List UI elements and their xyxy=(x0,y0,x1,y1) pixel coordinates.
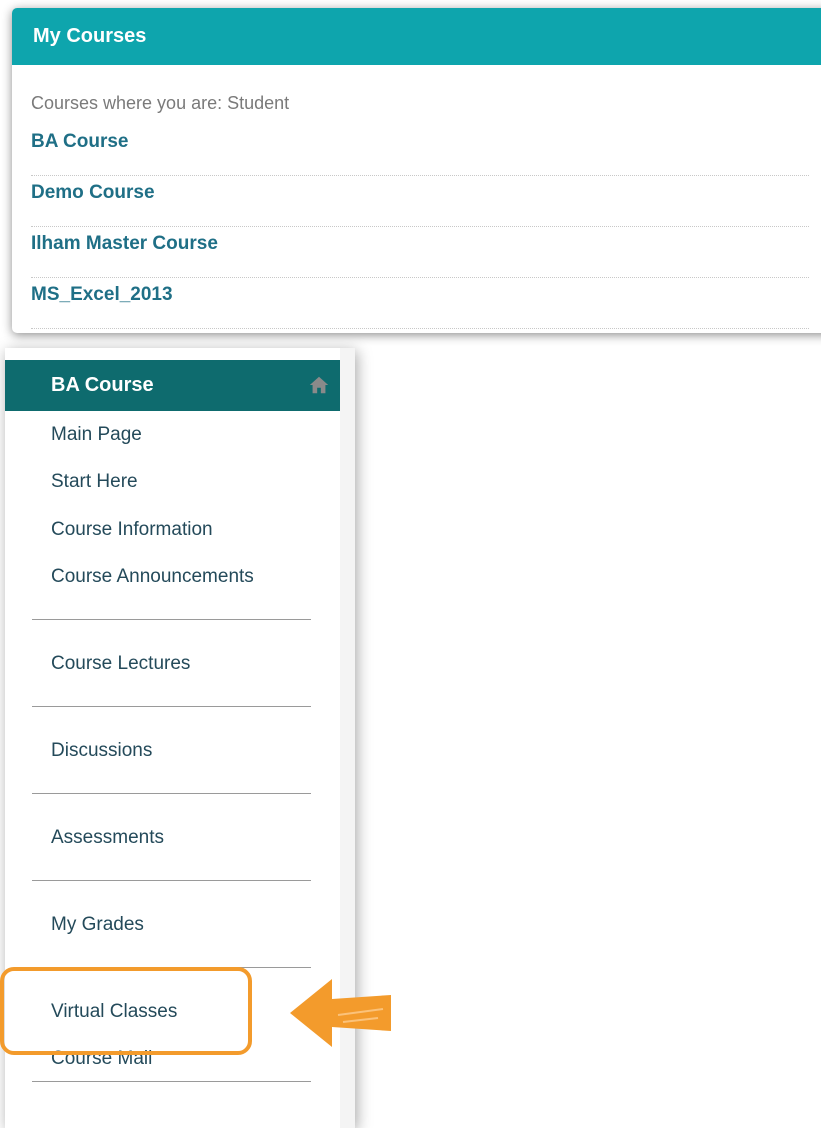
course-link-ms-excel-2013[interactable]: MS_Excel_2013 xyxy=(31,278,809,329)
menu-item-assessments[interactable]: Assessments xyxy=(51,826,164,850)
menu-item-main-page[interactable]: Main Page xyxy=(51,423,142,447)
course-list: BA Course Demo Course Ilham Master Cours… xyxy=(12,125,821,329)
courses-role-subtitle: Courses where you are: Student xyxy=(31,93,290,113)
menu-item-course-information[interactable]: Course Information xyxy=(51,518,213,542)
list-item: MS_Excel_2013 xyxy=(31,278,821,329)
arrow-left-icon xyxy=(290,979,391,1047)
menu-divider xyxy=(32,967,311,968)
menu-item-discussions[interactable]: Discussions xyxy=(51,739,152,763)
course-menu-header: BA Course xyxy=(5,360,340,411)
menu-item-course-mail[interactable]: Course Mail xyxy=(51,1047,152,1071)
course-menu-title: BA Course xyxy=(51,374,154,396)
menu-item-start-here[interactable]: Start Here xyxy=(51,470,138,494)
list-item: BA Course xyxy=(31,125,821,176)
course-link-demo-course[interactable]: Demo Course xyxy=(31,176,809,227)
menu-item-my-grades[interactable]: My Grades xyxy=(51,913,144,937)
my-courses-title: My Courses xyxy=(12,8,821,65)
menu-divider xyxy=(32,1081,311,1082)
menu-divider xyxy=(32,619,311,620)
menu-item-virtual-classes[interactable]: Virtual Classes xyxy=(51,1000,177,1024)
list-item: Ilham Master Course xyxy=(31,227,821,278)
menu-item-course-lectures[interactable]: Course Lectures xyxy=(51,652,190,676)
list-item: Demo Course xyxy=(31,176,821,227)
home-icon[interactable] xyxy=(308,374,330,396)
menu-divider xyxy=(32,706,311,707)
menu-divider xyxy=(32,793,311,794)
menu-item-course-announcements[interactable]: Course Announcements xyxy=(51,565,254,589)
course-link-ba-course[interactable]: BA Course xyxy=(31,125,809,176)
menu-divider xyxy=(32,880,311,881)
course-link-ilham-master-course[interactable]: Ilham Master Course xyxy=(31,227,809,278)
my-courses-panel: My Courses Courses where you are: Studen… xyxy=(12,8,821,333)
